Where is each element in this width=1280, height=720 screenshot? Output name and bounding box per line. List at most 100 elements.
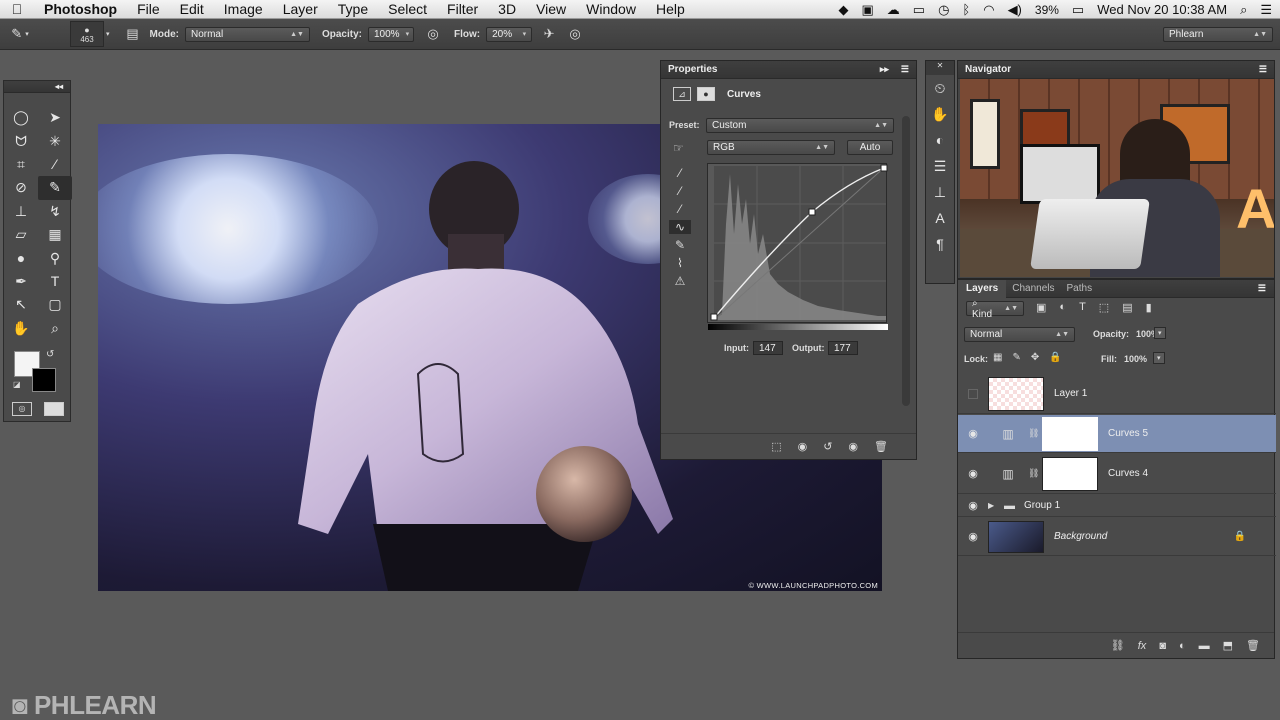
visibility-toggle-off[interactable] [958,388,988,399]
history-panel-icon[interactable]: ⏲ [926,75,954,101]
swap-colors-icon[interactable]: ↺ [46,349,54,360]
menu-image[interactable]: Image [214,1,273,17]
group-expand-arrow-icon[interactable]: ▶ [988,501,1004,510]
dropbox-icon[interactable]: ◆ [838,2,848,18]
dodge-tool-icon[interactable]: ⚲ [38,246,72,269]
zoom-tool-icon[interactable]: ⌕ [38,317,72,340]
filter-kind-select[interactable]: ⌕ Kind ▲▼ [966,298,1024,320]
layer-row-curves4[interactable]: ◉ ▥ ⛓ Curves 4 [958,454,1276,494]
history-brush-tool-icon[interactable]: ↯ [38,200,72,223]
brush-panel-icon[interactable]: ✋ [926,101,954,127]
menu-help[interactable]: Help [646,1,695,17]
layer-name[interactable]: Curves 4 [1108,468,1148,479]
link-layers-icon[interactable]: ⛓ [1111,639,1125,652]
wifi-icon[interactable]: ◠ [983,2,994,18]
add-mask-icon[interactable]: ◙ [1159,640,1166,652]
move-tool-icon[interactable]: ➤ [38,106,72,129]
filter-smart-object-icon[interactable]: ▤ [1122,301,1132,314]
apple-menu-icon[interactable]:  [0,1,34,17]
delete-layer-icon[interactable]: 🗑 [1246,639,1260,652]
workspace-select[interactable]: Phlearn ▲▼ [1163,27,1273,42]
mask-link-icon[interactable]: ⛓ [1028,428,1042,439]
blend-mode-select[interactable]: Normal ▲▼ [964,327,1075,342]
reset-adjustment-icon[interactable]: ↺ [823,440,832,453]
layer-row-layer1[interactable]: Layer 1 [958,374,1276,414]
rectangle-shape-tool-icon[interactable]: ▢ [38,293,72,316]
lock-image-icon[interactable]: ✎ [1012,352,1020,363]
menu-file[interactable]: File [127,1,170,17]
layer-name[interactable]: Background [1054,531,1107,542]
clipping-warning-icon[interactable]: ⚠ [675,274,686,288]
flow-field[interactable]: 20% ▾ [486,26,533,42]
input-field[interactable]: 147 [753,341,783,355]
curve-point-black[interactable] [710,313,718,321]
eyedropper-tool-icon[interactable]: ⁄ [38,153,72,176]
opacity-field[interactable]: 100% ▾ [367,26,414,42]
panel-expand-icon[interactable]: ▸▸ [880,64,889,75]
character-panel-icon[interactable]: A [926,205,954,231]
navigator-menu-icon[interactable]: ☰ [1259,64,1267,75]
blur-tool-icon[interactable]: ● [4,246,38,269]
filter-pixel-icon[interactable]: ▣ [1036,301,1046,314]
layer-row-background[interactable]: ◉ Background 🔒 [958,518,1276,556]
channel-select[interactable]: RGB ▲▼ [707,140,835,155]
lock-position-icon[interactable]: ✥ [1031,352,1039,363]
eraser-tool-icon[interactable]: ▱ [4,223,38,246]
airbrush-icon[interactable]: ✈ [538,23,560,45]
visibility-eye-icon[interactable]: ◉ [958,427,988,440]
lasso-tool-icon[interactable]: ᗢ [4,129,38,152]
tab-layers[interactable]: Layers [958,279,1007,298]
menu-edit[interactable]: Edit [170,1,214,17]
notification-center-icon[interactable]: ☰ [1260,2,1272,18]
default-colors-icon[interactable]: ◪ [13,380,21,389]
layer-name[interactable]: Curves 5 [1108,428,1148,439]
layer-opacity-dropdown-icon[interactable]: ▾ [1154,327,1166,339]
filter-toggle-icon[interactable]: ▮ [1146,301,1152,314]
visibility-eye-icon[interactable]: ◉ [958,530,988,543]
layer-style-fx-icon[interactable]: fx [1138,640,1147,652]
layer-row-curves5-selected[interactable]: ◉ ▥ ⛓ Curves 5 [958,415,1276,453]
tab-paths[interactable]: Paths [1061,283,1099,294]
output-field[interactable]: 177 [828,341,858,355]
share-icon[interactable]: ▣ [861,2,873,18]
menu-filter[interactable]: Filter [437,1,488,17]
quick-mask-icon[interactable]: ◎ [12,402,32,416]
hand-tool-icon[interactable]: ✋ [4,317,38,340]
properties-panel-header[interactable]: Properties ▸▸ ☰ [661,61,916,79]
collapse-icon[interactable]: ◂◂ [55,82,63,91]
toggle-visibility-icon[interactable]: ◉ [848,440,858,453]
brush-tool-preset-icon[interactable]: ✎ ▾ [0,23,40,45]
brush-panel-toggle-icon[interactable]: ▤ [122,23,144,45]
new-layer-icon[interactable]: ⬒ [1223,639,1233,652]
fill-dropdown-icon[interactable]: ▾ [1153,352,1165,364]
strip-header[interactable]: ✕ [926,61,954,75]
pen-tool-icon[interactable]: ✒ [4,270,38,293]
layer-name[interactable]: Layer 1 [1054,388,1087,399]
brush-size-picker[interactable]: ● 463 [70,21,104,47]
menu-window[interactable]: Window [576,1,646,17]
menu-app-name[interactable]: Photoshop [34,1,127,17]
menu-select[interactable]: Select [378,1,437,17]
visibility-eye-icon[interactable]: ◉ [958,499,988,512]
type-tool-icon[interactable]: T [38,270,72,293]
clock[interactable]: Wed Nov 20 10:38 AM [1097,2,1227,17]
volume-icon[interactable]: ◀) [1008,2,1022,18]
ellipse-marquee-tool-icon[interactable]: ◯ [4,106,38,129]
pressure-opacity-icon[interactable]: ◎ [422,23,444,45]
pencil-draw-icon[interactable]: ✎ [675,238,685,252]
spotlight-search-icon[interactable]: ⌕ [1240,2,1247,18]
cloud-icon[interactable]: ☁ [887,2,900,18]
gray-point-eyedropper-icon[interactable]: ⁄ [679,184,681,198]
layer-mask-icon[interactable]: ● [697,87,715,101]
black-point-eyedropper-icon[interactable]: ⁄ [679,166,681,180]
navigator-header[interactable]: Navigator ☰ [958,61,1274,79]
menu-layer[interactable]: Layer [273,1,328,17]
filter-type-icon[interactable]: T [1079,301,1086,314]
curves-graph[interactable] [707,163,888,330]
tab-channels[interactable]: Channels [1006,283,1060,294]
tools-panel-header[interactable]: ◂◂ [4,81,70,93]
path-selection-tool-icon[interactable]: ↖ [4,293,38,316]
lock-all-icon[interactable]: 🔒 [1049,352,1061,363]
brush-tool-icon[interactable]: ✎ [38,176,72,200]
timemachine-icon[interactable]: ◷ [938,2,949,18]
